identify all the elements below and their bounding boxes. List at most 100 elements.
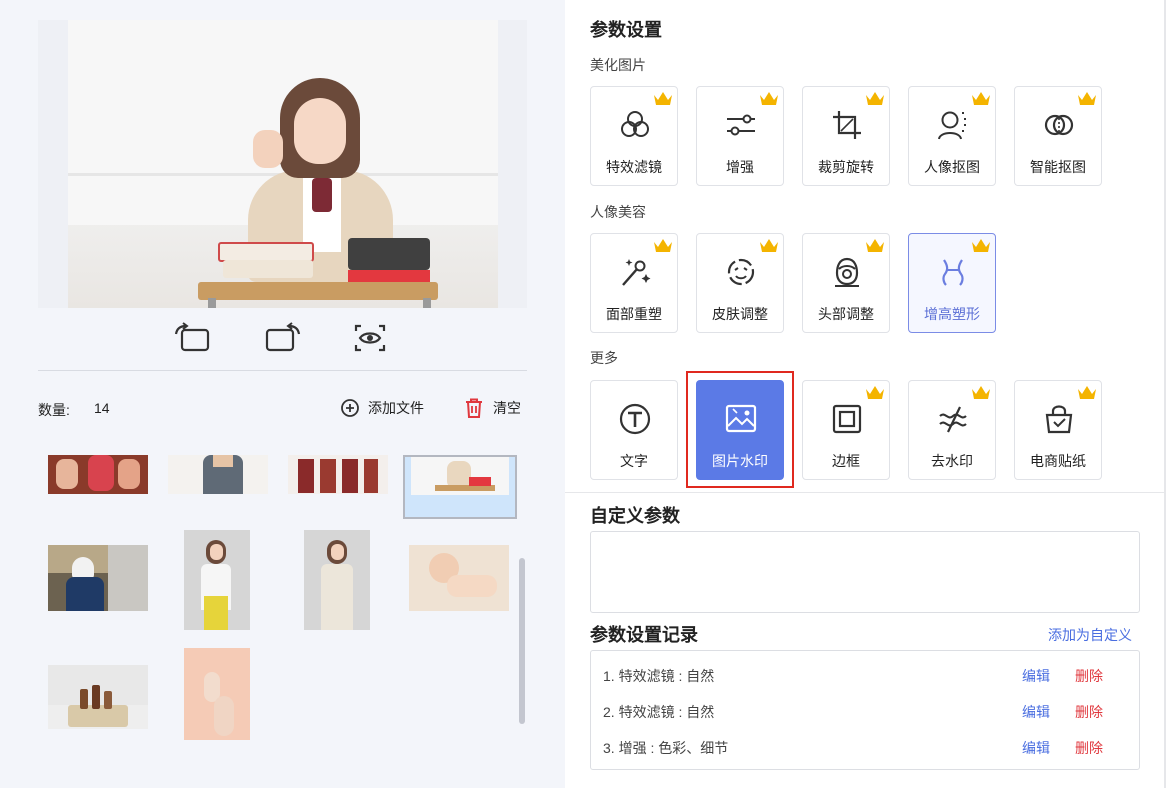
shopping-bag-icon [1045, 405, 1073, 434]
plus-circle-icon [341, 399, 359, 417]
portrait-cutout-icon [938, 111, 966, 140]
record-text: 1. 特效滤镜 : 自然 [603, 668, 715, 684]
remove-watermark-icon [939, 406, 967, 433]
crown-icon [972, 239, 990, 252]
thumbnail[interactable] [304, 530, 370, 630]
panel-border [1164, 0, 1166, 788]
tool-label: 增高塑形 [924, 306, 980, 322]
record-row: 3. 增强 : 色彩、细节 编辑 删除 [603, 735, 1133, 757]
crown-icon [866, 386, 884, 399]
record-edit-link[interactable]: 编辑 [1022, 666, 1050, 686]
record-delete-link[interactable]: 删除 [1075, 702, 1103, 722]
tool-smart-cutout[interactable]: 智能抠图 [1014, 86, 1102, 186]
record-row: 2. 特效滤镜 : 自然 编辑 删除 [603, 699, 1133, 721]
thumbnail[interactable] [48, 545, 148, 611]
preview-photo [68, 20, 498, 308]
crop-icon [833, 111, 861, 139]
add-as-custom-link[interactable]: 添加为自定义 [1048, 625, 1132, 645]
image-list-panel: 数量: 14 添加文件 清空 [0, 0, 565, 788]
crown-icon [654, 92, 672, 105]
tool-body-shape[interactable]: 增高塑形 [908, 233, 996, 333]
record-delete-link[interactable]: 删除 [1075, 738, 1103, 758]
tool-label: 皮肤调整 [712, 306, 768, 322]
thumbnail[interactable] [184, 648, 250, 740]
smart-cutout-icon [1044, 114, 1074, 136]
magic-wand-icon [622, 259, 651, 286]
record-text: 2. 特效滤镜 : 自然 [603, 704, 715, 720]
section-label-portrait: 人像美容 [590, 204, 646, 220]
eye-scan-icon [354, 324, 386, 352]
trash-icon [466, 398, 482, 418]
rotate-right-button[interactable] [265, 322, 301, 354]
tool-label: 电商贴纸 [1030, 453, 1086, 469]
face-skin-icon [727, 258, 755, 286]
tool-enhance[interactable]: 增强 [696, 86, 784, 186]
record-row: 1. 特效滤镜 : 自然 编辑 删除 [603, 663, 1133, 685]
tool-label: 特效滤镜 [606, 159, 662, 175]
crown-icon [866, 92, 884, 105]
add-file-button[interactable]: 添加文件 [340, 397, 424, 419]
crown-icon [760, 239, 778, 252]
thumbnail[interactable] [409, 545, 509, 611]
tool-crop-rotate[interactable]: 裁剪旋转 [802, 86, 890, 186]
selection-highlight-frame [686, 371, 794, 488]
tool-label: 智能抠图 [1030, 159, 1086, 175]
rotate-left-button[interactable] [174, 322, 210, 354]
tool-face-reshape[interactable]: 面部重塑 [590, 233, 678, 333]
tool-label: 头部调整 [818, 306, 874, 322]
tool-label: 增强 [726, 159, 754, 175]
divider [38, 370, 527, 371]
thumbnail[interactable] [184, 530, 250, 630]
thumbnail[interactable] [168, 455, 268, 494]
crown-icon [972, 92, 990, 105]
record-title: 参数设置记录 [590, 625, 698, 645]
tool-label: 去水印 [931, 453, 973, 469]
text-circle-icon [619, 403, 651, 435]
thumbnail[interactable] [48, 665, 148, 729]
rotate-left-icon [174, 322, 210, 352]
tool-frame[interactable]: 边框 [802, 380, 890, 480]
tool-label: 面部重塑 [606, 306, 662, 322]
tool-skin-adjust[interactable]: 皮肤调整 [696, 233, 784, 333]
count-value: 14 [94, 400, 110, 416]
filter-circles-icon [621, 111, 649, 137]
tool-remove-watermark[interactable]: 去水印 [908, 380, 996, 480]
body-shape-icon [942, 259, 964, 286]
record-list: 1. 特效滤镜 : 自然 编辑 删除 2. 特效滤镜 : 自然 编辑 删除 3.… [590, 650, 1140, 770]
record-edit-link[interactable]: 编辑 [1022, 738, 1050, 758]
crown-icon [760, 92, 778, 105]
image-preview [38, 20, 527, 308]
custom-params-box[interactable] [590, 531, 1140, 613]
crown-icon [1078, 386, 1096, 399]
frame-icon [832, 404, 862, 434]
tool-text[interactable]: 文字 [590, 380, 678, 480]
section-label-beautify: 美化图片 [590, 57, 646, 73]
tool-ecommerce-sticker[interactable]: 电商贴纸 [1014, 380, 1102, 480]
clear-label: 清空 [493, 400, 521, 416]
thumbnail-grid [38, 455, 518, 745]
tool-filter[interactable]: 特效滤镜 [590, 86, 678, 186]
thumbnail-scrollbar[interactable] [519, 558, 525, 724]
tool-label: 边框 [832, 453, 860, 469]
divider [565, 492, 1165, 493]
custom-params-title: 自定义参数 [590, 506, 680, 526]
count-label: 数量: [38, 402, 70, 418]
thumbnail-selected[interactable] [403, 455, 517, 519]
tool-portrait-cutout[interactable]: 人像抠图 [908, 86, 996, 186]
record-text: 3. 增强 : 色彩、细节 [603, 740, 729, 756]
clear-button[interactable]: 清空 [463, 397, 521, 419]
settings-title: 参数设置 [590, 20, 662, 40]
crown-icon [866, 239, 884, 252]
tool-head-adjust[interactable]: 头部调整 [802, 233, 890, 333]
crown-icon [1078, 92, 1096, 105]
preview-eye-button[interactable] [352, 322, 388, 354]
head-icon [835, 257, 859, 287]
thumbnail[interactable] [288, 455, 388, 494]
record-delete-link[interactable]: 删除 [1075, 666, 1103, 686]
thumbnail[interactable] [48, 455, 148, 494]
tool-label: 文字 [620, 453, 648, 469]
record-edit-link[interactable]: 编辑 [1022, 702, 1050, 722]
crown-icon [654, 239, 672, 252]
crown-icon [972, 386, 990, 399]
sliders-icon [727, 114, 755, 136]
